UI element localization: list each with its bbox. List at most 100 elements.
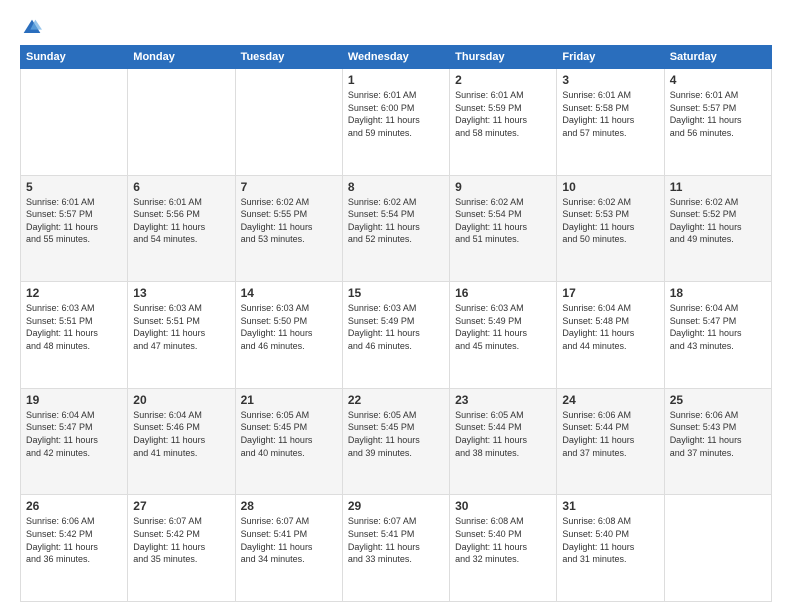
calendar-cell: 26 Sunrise: 6:06 AM Sunset: 5:42 PM Dayli…	[21, 495, 128, 602]
day-number: 29	[348, 499, 444, 513]
calendar-cell: 24 Sunrise: 6:06 AM Sunset: 5:44 PM Dayli…	[557, 388, 664, 495]
cell-daylight-text: Sunrise: 6:01 AM Sunset: 6:00 PM Dayligh…	[348, 89, 444, 139]
cell-daylight-text: Sunrise: 6:05 AM Sunset: 5:44 PM Dayligh…	[455, 409, 551, 459]
calendar-cell	[235, 69, 342, 176]
cell-daylight-text: Sunrise: 6:06 AM Sunset: 5:43 PM Dayligh…	[670, 409, 766, 459]
calendar-cell: 23 Sunrise: 6:05 AM Sunset: 5:44 PM Dayli…	[450, 388, 557, 495]
logo-icon	[22, 18, 42, 38]
calendar-cell: 9 Sunrise: 6:02 AM Sunset: 5:54 PM Daylig…	[450, 175, 557, 282]
cell-daylight-text: Sunrise: 6:02 AM Sunset: 5:54 PM Dayligh…	[455, 196, 551, 246]
day-number: 1	[348, 73, 444, 87]
day-number: 7	[241, 180, 337, 194]
cell-daylight-text: Sunrise: 6:04 AM Sunset: 5:48 PM Dayligh…	[562, 302, 658, 352]
calendar-cell: 28 Sunrise: 6:07 AM Sunset: 5:41 PM Dayli…	[235, 495, 342, 602]
day-number: 11	[670, 180, 766, 194]
day-number: 17	[562, 286, 658, 300]
cell-daylight-text: Sunrise: 6:07 AM Sunset: 5:42 PM Dayligh…	[133, 515, 229, 565]
day-number: 12	[26, 286, 122, 300]
day-number: 15	[348, 286, 444, 300]
cell-daylight-text: Sunrise: 6:04 AM Sunset: 5:47 PM Dayligh…	[670, 302, 766, 352]
day-number: 30	[455, 499, 551, 513]
day-number: 13	[133, 286, 229, 300]
calendar-cell: 27 Sunrise: 6:07 AM Sunset: 5:42 PM Dayli…	[128, 495, 235, 602]
cell-daylight-text: Sunrise: 6:02 AM Sunset: 5:53 PM Dayligh…	[562, 196, 658, 246]
calendar-cell: 20 Sunrise: 6:04 AM Sunset: 5:46 PM Dayli…	[128, 388, 235, 495]
calendar-cell: 22 Sunrise: 6:05 AM Sunset: 5:45 PM Dayli…	[342, 388, 449, 495]
day-number: 16	[455, 286, 551, 300]
calendar-cell: 18Sunrise: 6:04 AM Sunset: 5:47 PM Dayli…	[664, 282, 771, 389]
cell-daylight-text: Sunrise: 6:03 AM Sunset: 5:49 PM Dayligh…	[455, 302, 551, 352]
cell-daylight-text: Sunrise: 6:02 AM Sunset: 5:52 PM Dayligh…	[670, 196, 766, 246]
col-header-monday: Monday	[128, 46, 235, 69]
calendar-header-row: SundayMondayTuesdayWednesdayThursdayFrid…	[21, 46, 772, 69]
page: SundayMondayTuesdayWednesdayThursdayFrid…	[0, 0, 792, 612]
day-number: 20	[133, 393, 229, 407]
day-number: 14	[241, 286, 337, 300]
day-number: 21	[241, 393, 337, 407]
day-number: 24	[562, 393, 658, 407]
cell-daylight-text: Sunrise: 6:08 AM Sunset: 5:40 PM Dayligh…	[455, 515, 551, 565]
week-row-3: 12 Sunrise: 6:03 AM Sunset: 5:51 PM Dayli…	[21, 282, 772, 389]
cell-daylight-text: Sunrise: 6:02 AM Sunset: 5:54 PM Dayligh…	[348, 196, 444, 246]
cell-daylight-text: Sunrise: 6:07 AM Sunset: 5:41 PM Dayligh…	[241, 515, 337, 565]
day-number: 19	[26, 393, 122, 407]
cell-daylight-text: Sunrise: 6:01 AM Sunset: 5:56 PM Dayligh…	[133, 196, 229, 246]
calendar-cell	[128, 69, 235, 176]
day-number: 10	[562, 180, 658, 194]
day-number: 31	[562, 499, 658, 513]
day-number: 25	[670, 393, 766, 407]
calendar-cell: 2Sunrise: 6:01 AM Sunset: 5:59 PM Daylig…	[450, 69, 557, 176]
cell-daylight-text: Sunrise: 6:08 AM Sunset: 5:40 PM Dayligh…	[562, 515, 658, 565]
cell-daylight-text: Sunrise: 6:03 AM Sunset: 5:51 PM Dayligh…	[133, 302, 229, 352]
day-number: 28	[241, 499, 337, 513]
cell-daylight-text: Sunrise: 6:03 AM Sunset: 5:51 PM Dayligh…	[26, 302, 122, 352]
day-number: 27	[133, 499, 229, 513]
cell-daylight-text: Sunrise: 6:05 AM Sunset: 5:45 PM Dayligh…	[241, 409, 337, 459]
cell-daylight-text: Sunrise: 6:04 AM Sunset: 5:46 PM Dayligh…	[133, 409, 229, 459]
week-row-4: 19 Sunrise: 6:04 AM Sunset: 5:47 PM Dayli…	[21, 388, 772, 495]
logo	[20, 18, 42, 39]
day-number: 23	[455, 393, 551, 407]
calendar-cell	[664, 495, 771, 602]
header	[20, 16, 772, 39]
calendar-cell: 12 Sunrise: 6:03 AM Sunset: 5:51 PM Dayli…	[21, 282, 128, 389]
day-number: 22	[348, 393, 444, 407]
calendar-cell: 10 Sunrise: 6:02 AM Sunset: 5:53 PM Dayli…	[557, 175, 664, 282]
cell-daylight-text: Sunrise: 6:05 AM Sunset: 5:45 PM Dayligh…	[348, 409, 444, 459]
cell-daylight-text: Sunrise: 6:06 AM Sunset: 5:42 PM Dayligh…	[26, 515, 122, 565]
col-header-sunday: Sunday	[21, 46, 128, 69]
day-number: 4	[670, 73, 766, 87]
day-number: 26	[26, 499, 122, 513]
calendar-cell: 7Sunrise: 6:02 AM Sunset: 5:55 PM Daylig…	[235, 175, 342, 282]
cell-daylight-text: Sunrise: 6:03 AM Sunset: 5:50 PM Dayligh…	[241, 302, 337, 352]
calendar-cell: 19 Sunrise: 6:04 AM Sunset: 5:47 PM Dayli…	[21, 388, 128, 495]
cell-daylight-text: Sunrise: 6:01 AM Sunset: 5:57 PM Dayligh…	[670, 89, 766, 139]
col-header-tuesday: Tuesday	[235, 46, 342, 69]
day-number: 9	[455, 180, 551, 194]
calendar-cell: 25 Sunrise: 6:06 AM Sunset: 5:43 PM Dayli…	[664, 388, 771, 495]
calendar-cell: 11 Sunrise: 6:02 AM Sunset: 5:52 PM Dayli…	[664, 175, 771, 282]
calendar-cell: 6 Sunrise: 6:01 AM Sunset: 5:56 PM Daylig…	[128, 175, 235, 282]
week-row-2: 5Sunrise: 6:01 AM Sunset: 5:57 PM Daylig…	[21, 175, 772, 282]
day-number: 6	[133, 180, 229, 194]
cell-daylight-text: Sunrise: 6:04 AM Sunset: 5:47 PM Dayligh…	[26, 409, 122, 459]
week-row-1: 1 Sunrise: 6:01 AM Sunset: 6:00 PM Daylig…	[21, 69, 772, 176]
calendar-cell	[21, 69, 128, 176]
day-number: 5	[26, 180, 122, 194]
col-header-wednesday: Wednesday	[342, 46, 449, 69]
col-header-thursday: Thursday	[450, 46, 557, 69]
cell-daylight-text: Sunrise: 6:03 AM Sunset: 5:49 PM Dayligh…	[348, 302, 444, 352]
cell-daylight-text: Sunrise: 6:06 AM Sunset: 5:44 PM Dayligh…	[562, 409, 658, 459]
calendar-cell: 5Sunrise: 6:01 AM Sunset: 5:57 PM Daylig…	[21, 175, 128, 282]
calendar-cell: 21 Sunrise: 6:05 AM Sunset: 5:45 PM Dayli…	[235, 388, 342, 495]
calendar-cell: 29 Sunrise: 6:07 AM Sunset: 5:41 PM Dayli…	[342, 495, 449, 602]
col-header-saturday: Saturday	[664, 46, 771, 69]
calendar-cell: 14 Sunrise: 6:03 AM Sunset: 5:50 PM Dayli…	[235, 282, 342, 389]
calendar-cell: 3Sunrise: 6:01 AM Sunset: 5:58 PM Daylig…	[557, 69, 664, 176]
calendar-cell: 13 Sunrise: 6:03 AM Sunset: 5:51 PM Dayli…	[128, 282, 235, 389]
calendar-cell: 1 Sunrise: 6:01 AM Sunset: 6:00 PM Daylig…	[342, 69, 449, 176]
calendar-cell: 30 Sunrise: 6:08 AM Sunset: 5:40 PM Dayli…	[450, 495, 557, 602]
calendar-cell: 8Sunrise: 6:02 AM Sunset: 5:54 PM Daylig…	[342, 175, 449, 282]
cell-daylight-text: Sunrise: 6:07 AM Sunset: 5:41 PM Dayligh…	[348, 515, 444, 565]
calendar-cell: 16 Sunrise: 6:03 AM Sunset: 5:49 PM Dayli…	[450, 282, 557, 389]
